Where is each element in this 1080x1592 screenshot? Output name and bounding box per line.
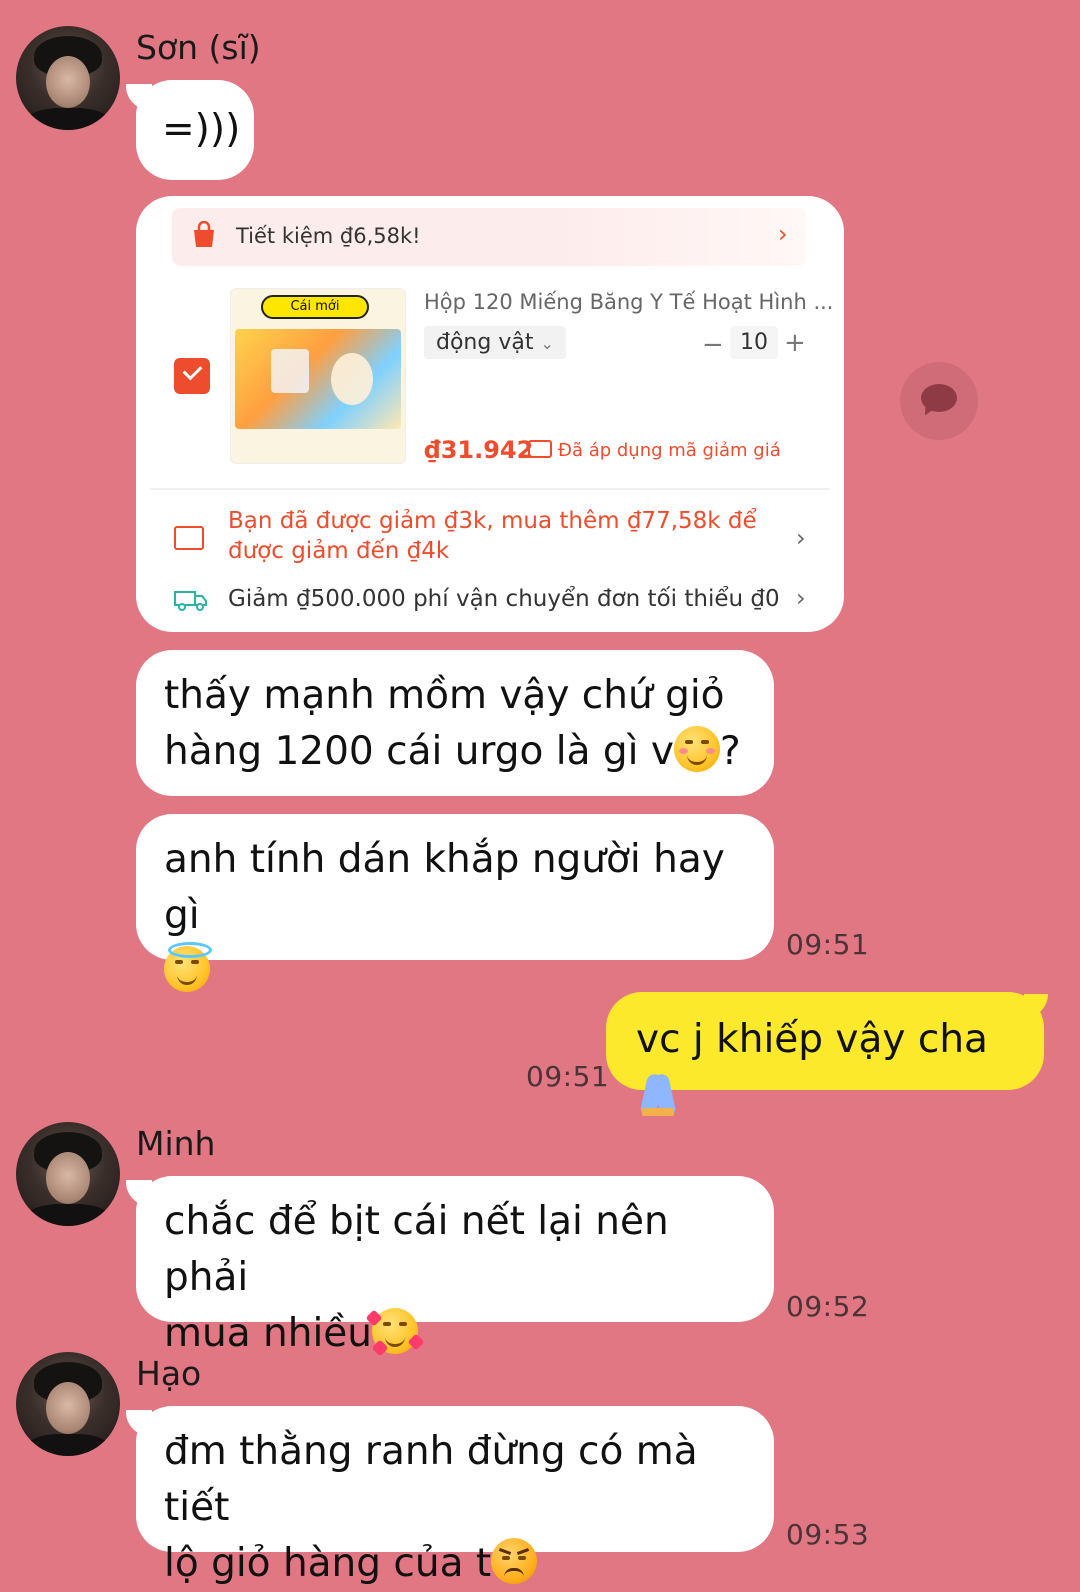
shipping-text[interactable]: Giảm ₫500.000 phí vận chuyển đơn tối thi… [228,586,780,612]
quantity-value[interactable]: 10 [730,326,778,359]
message-bubble[interactable]: chắc để bịt cái nết lại nên phải mua nhi… [136,1176,774,1357]
product-checkbox[interactable] [174,358,210,394]
message-text-line1: chắc để bịt cái nết lại nên phải [164,1199,669,1300]
message-bubble[interactable]: thấy mạnh mồm vậy chứ giỏ hàng 1200 cái … [136,650,774,796]
message-bubble[interactable]: đm thằng ranh đừng có mà tiết lộ giỏ hàn… [136,1406,774,1586]
promo-text: Tiết kiệm ₫6,58k! [236,224,421,248]
variant-select[interactable]: động vật ⌄ [424,326,566,359]
folded-hands-emoji [636,1072,680,1116]
message-text: =))) [162,107,241,152]
timestamp: 09:51 [786,928,870,961]
promo-banner[interactable]: Tiết kiệm ₫6,58k! › [172,208,806,266]
discount-text-line1[interactable]: Bạn đã được giảm ₫3k, mua thêm ₫77,58k đ… [228,508,757,534]
chevron-right-icon[interactable]: › [796,584,806,612]
message-text-line1: anh tính dán khắp người hay gì [164,837,725,938]
chevron-right-icon[interactable]: › [796,524,806,552]
sender-name: Minh [136,1124,216,1163]
outgoing-message-bubble[interactable]: vc j khiếp vậy cha [606,992,1044,1116]
message-text-line1: thấy mạnh mồm vậy chứ giỏ [164,673,725,718]
divider [150,488,830,490]
message-text-end: ? [720,729,741,774]
smiling-hearts-emoji [365,1308,425,1357]
message-text-line2: lộ giỏ hàng của t [164,1541,492,1586]
timestamp: 09:53 [786,1518,870,1551]
voucher-icon [528,440,552,458]
voucher-note: Đã áp dụng mã giảm giá [558,440,781,461]
discount-text-line2[interactable]: được giảm đến ₫4k [228,538,449,564]
coupon-icon [174,526,204,550]
avatar-minh[interactable] [16,1122,120,1226]
truck-icon [174,590,208,611]
new-badge: Cái mới [261,295,369,319]
plus-button[interactable]: + [784,328,806,358]
avatar-son[interactable] [16,26,120,130]
chevron-right-icon: › [778,220,788,248]
message-bubble[interactable]: anh tính dán khắp người hay gì [136,814,774,992]
message-bubble[interactable]: =))) [136,80,254,180]
variant-label: động vật [436,330,534,355]
product-title[interactable]: Hộp 120 Miếng Băng Y Tế Hoạt Hình ... [424,290,833,314]
smiling-blush-emoji [674,726,720,772]
angry-emoji [491,1538,538,1584]
halo-emoji [164,942,212,992]
minus-button[interactable]: − [702,330,724,360]
chevron-down-icon: ⌄ [540,334,554,353]
sender-name: Sơn (sĩ) [136,28,261,67]
shopping-bag-icon [190,220,218,249]
message-text-line2: hàng 1200 cái urgo là gì v [164,729,674,774]
timestamp: 09:51 [526,1060,610,1093]
product-thumbnail[interactable]: Cái mới [230,288,406,464]
avatar-hao[interactable] [16,1352,120,1456]
message-text: vc j khiếp vậy cha [636,1017,988,1062]
timestamp: 09:52 [786,1290,870,1323]
sender-name: Hạo [136,1354,202,1393]
product-card[interactable]: Tiết kiệm ₫6,58k! › Cái mới Hộp 120 Miến… [136,196,844,632]
product-price: ₫31.942 [424,436,534,464]
message-text-line2: mua nhiều [164,1311,372,1356]
chat-bubble-icon[interactable] [900,362,978,440]
message-text-line1: đm thằng ranh đừng có mà tiết [164,1429,698,1530]
